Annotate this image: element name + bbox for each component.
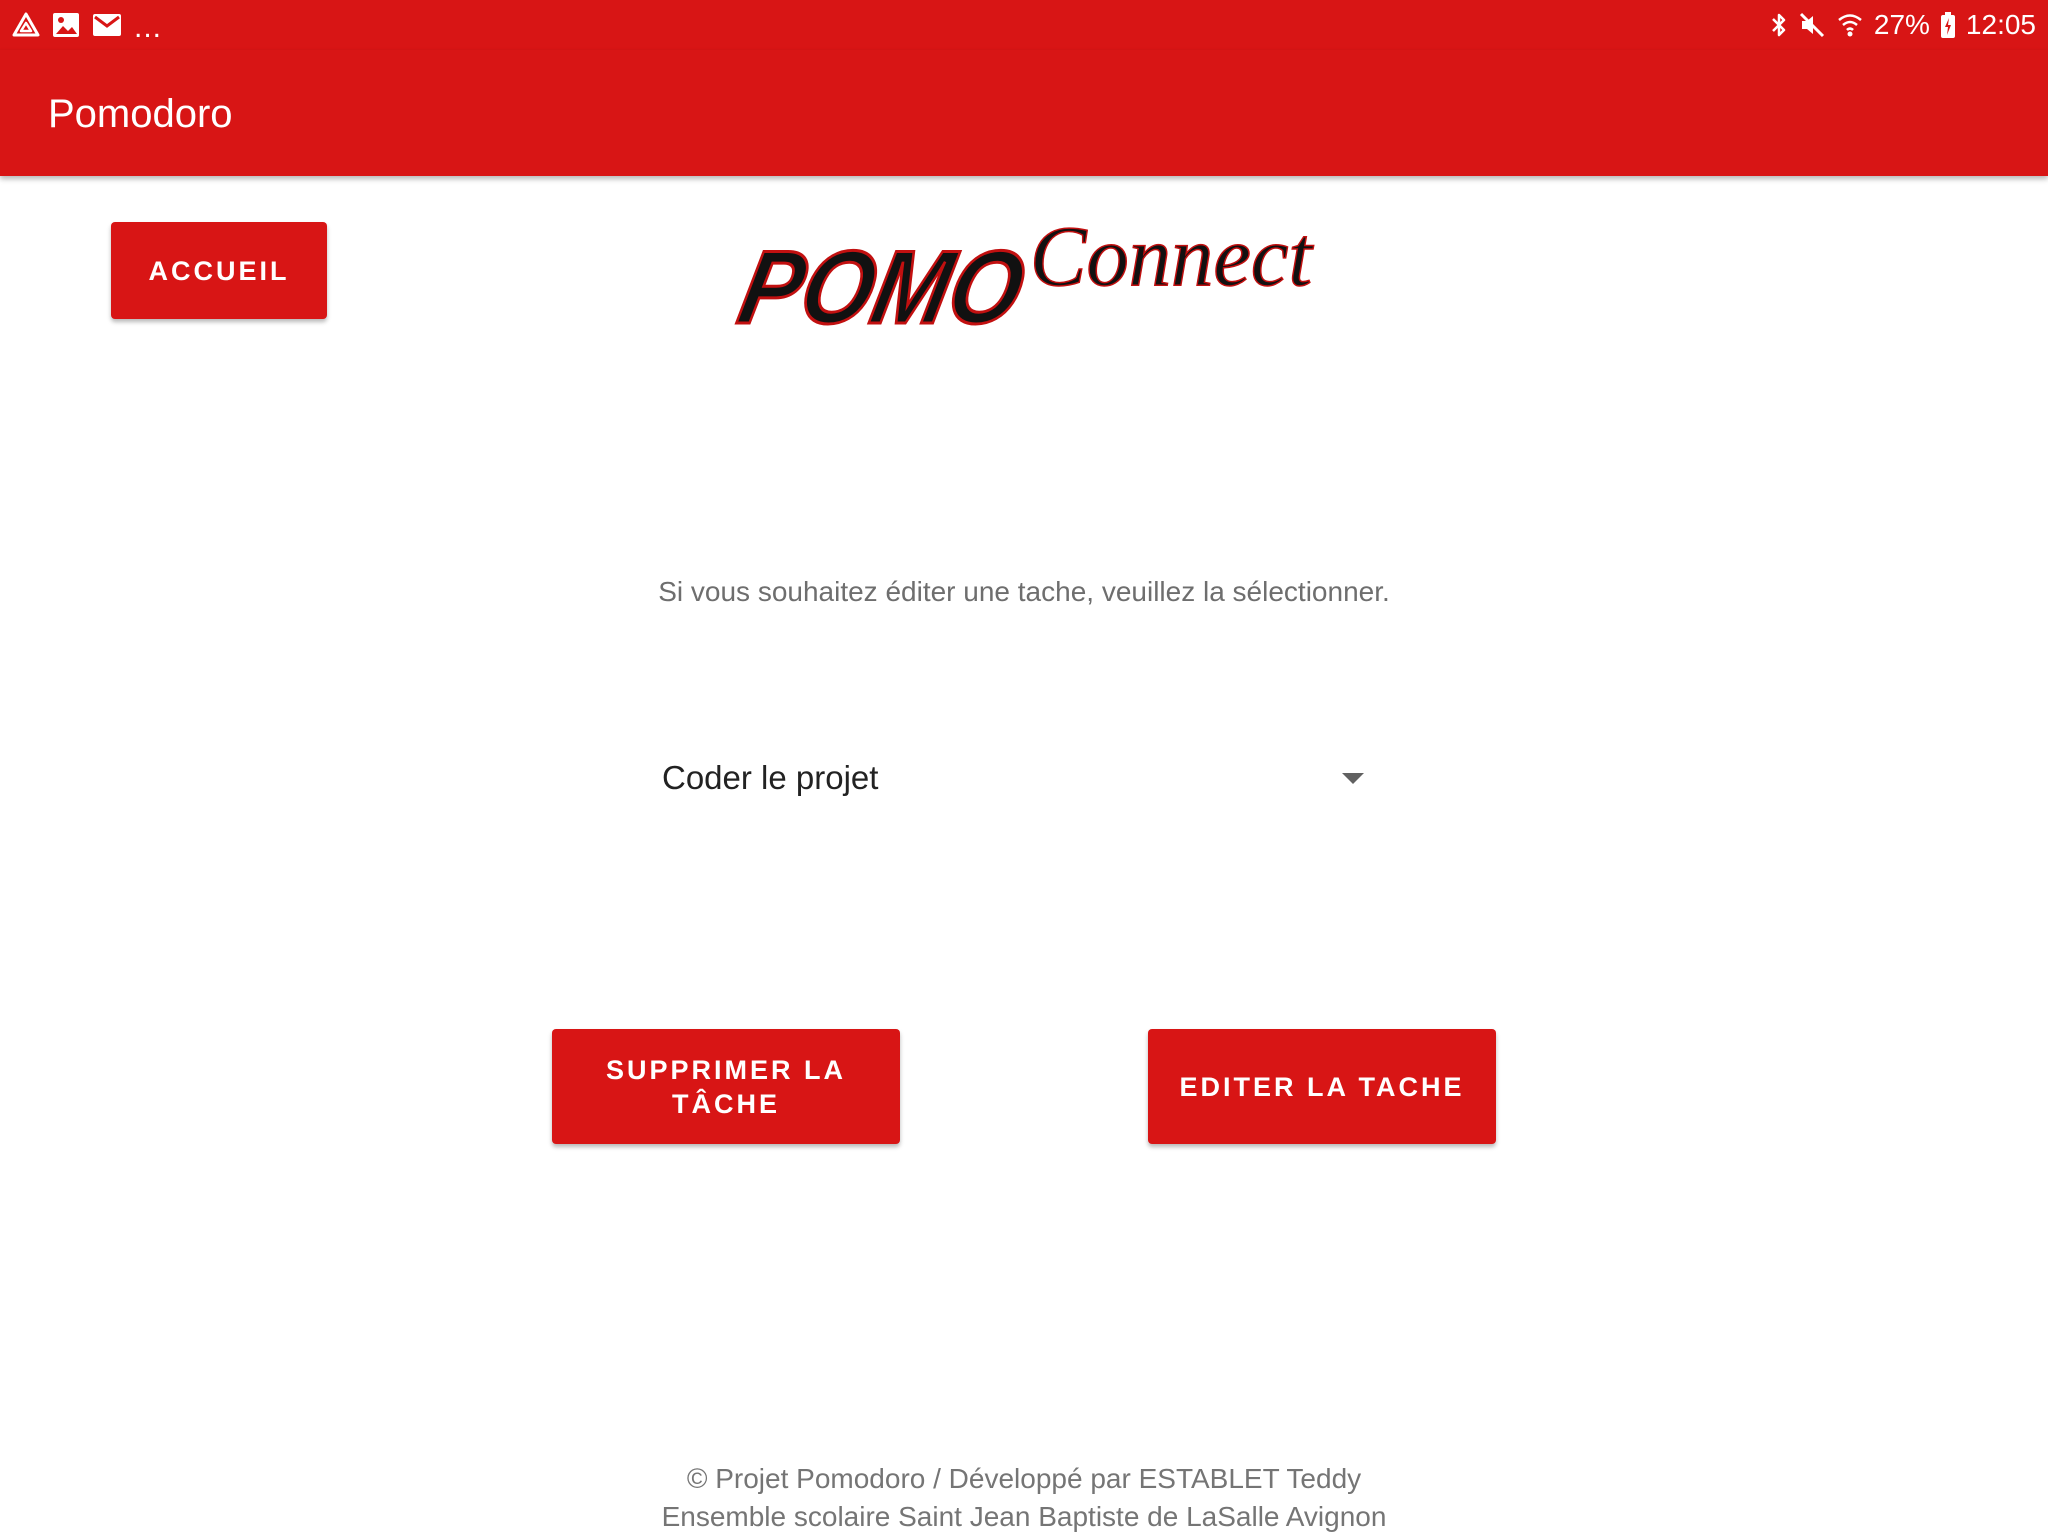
status-bar: ... 27% 12:05: [0, 0, 2048, 50]
status-right-icons: 27% 12:05: [1770, 8, 2036, 42]
home-button[interactable]: ACCUEIL: [111, 222, 327, 319]
pomo-connect-logo: POMO Connect: [730, 207, 1315, 340]
edit-task-button[interactable]: EDITER LA TACHE: [1148, 1029, 1496, 1144]
task-select[interactable]: Coder le projet: [662, 748, 1376, 806]
mute-icon: [1798, 11, 1826, 39]
footer: © Projet Pomodoro / Développé par ESTABL…: [0, 1460, 2048, 1536]
delete-task-button-label: SUPPRIMER LA TÂCHE: [606, 1053, 846, 1121]
app-bar: Pomodoro: [0, 50, 2048, 176]
footer-credits: © Projet Pomodoro / Développé par ESTABL…: [686, 1463, 1362, 1494]
delete-task-button[interactable]: SUPPRIMER LA TÂCHE: [552, 1029, 900, 1144]
battery-icon: [1940, 11, 1956, 39]
wifi-icon: [1836, 11, 1864, 39]
status-left-icons: ...: [12, 10, 163, 44]
delete-label-line2: TÂCHE: [672, 1088, 780, 1119]
instruction-text: Si vous souhaitez éditer une tache, veui…: [658, 576, 1390, 607]
image-icon: [52, 12, 80, 38]
bluetooth-icon: [1770, 11, 1788, 39]
status-overflow: ...: [134, 11, 163, 44]
status-time: 12:05: [1965, 9, 2036, 40]
app-title: Pomodoro: [48, 92, 233, 136]
logo-text-connect: Connect: [1030, 208, 1314, 304]
battery-percentage: 27%: [1873, 9, 1930, 40]
mail-icon: [92, 13, 122, 37]
drive-icon: [12, 12, 40, 38]
dropdown-arrow-icon: [1342, 772, 1364, 790]
footer-school: Ensemble scolaire Saint Jean Baptiste de…: [661, 1501, 1387, 1532]
task-select-value: Coder le projet: [662, 759, 879, 796]
delete-label-line1: SUPPRIMER LA: [605, 1054, 847, 1085]
logo-text-pomo: POMO: [730, 230, 1035, 340]
